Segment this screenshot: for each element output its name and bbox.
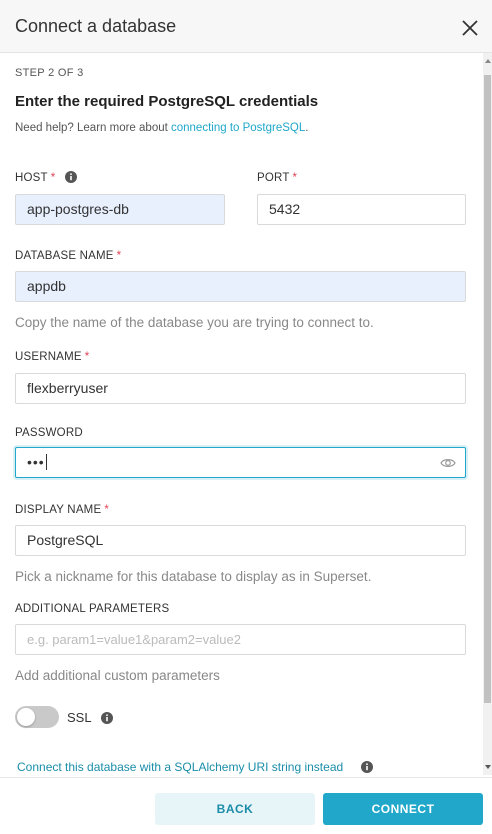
scroll-down-arrow-icon[interactable] [485,765,491,769]
form-body: STEP 2 OF 3 Enter the required PostgreSQ… [0,53,492,777]
host-label: HOST * [15,171,77,184]
additional-parameters-hint: Add additional custom parameters [15,668,220,683]
info-icon[interactable] [100,712,113,724]
database-label-text: DATABASE NAME [15,250,114,262]
database-input-value: appdb [27,278,66,294]
info-icon[interactable] [360,761,373,773]
port-label: PORT * [257,172,297,184]
help-prefix: Need help? Learn more about [15,122,171,134]
username-input[interactable]: flexberryuser [15,373,466,404]
scroll-up-arrow-icon[interactable] [485,59,491,63]
password-input[interactable]: ••• [15,447,466,478]
additional-parameters-input[interactable]: e.g. param1=value1&param2=value2 [15,624,466,655]
display-name-hint: Pick a nickname for this database to dis… [15,569,372,584]
host-input[interactable]: app-postgres-db [15,194,225,225]
ssl-label-text: SSL [67,710,92,725]
additional-parameters-placeholder: e.g. param1=value1&param2=value2 [27,632,241,647]
display-name-required-mark: * [104,504,110,516]
additional-parameters-label: ADDITIONAL PARAMETERS [15,603,170,615]
form-heading: Enter the required PostgreSQL credential… [15,93,319,110]
username-label-text: USERNAME [15,351,82,363]
help-link[interactable]: connecting to PostgreSQL [171,122,305,134]
eye-icon[interactable] [440,456,456,470]
port-input-value: 5432 [269,201,301,217]
modal-footer: BACK CONNECT [0,777,492,834]
sqlalchemy-uri-link[interactable]: Connect this database with a SQLAlchemy … [17,760,373,774]
database-hint: Copy the name of the database you are tr… [15,315,374,330]
info-icon[interactable] [64,171,77,183]
port-required-mark: * [292,172,298,184]
database-name-input[interactable]: appdb [15,271,466,302]
display-name-input[interactable]: PostgreSQL [15,525,466,556]
modal-header: Connect a database [0,0,492,53]
back-button[interactable]: BACK [155,793,315,825]
display-name-label: DISPLAY NAME * [15,504,109,516]
password-label: PASSWORD [15,427,83,439]
scrollbar-thumb[interactable] [484,75,491,703]
username-input-value: flexberryuser [27,380,108,396]
database-label: DATABASE NAME * [15,250,121,262]
display-name-label-text: DISPLAY NAME [15,504,102,516]
host-label-text: HOST [15,172,48,184]
toggle-knob [17,708,35,726]
help-text: Need help? Learn more about connecting t… [15,122,308,134]
port-input[interactable]: 5432 [257,194,466,225]
port-label-text: PORT [257,172,290,184]
text-cursor [45,454,47,470]
host-input-value: app-postgres-db [27,201,129,217]
password-input-value: ••• [27,454,45,470]
help-suffix: . [305,122,309,134]
vertical-scrollbar[interactable] [483,53,492,775]
username-label: USERNAME * [15,351,89,363]
host-required-mark: * [50,172,56,184]
display-name-input-value: PostgreSQL [27,532,104,548]
modal-title: Connect a database [15,16,177,36]
ssl-toggle[interactable] [15,706,59,728]
username-required-mark: * [84,351,90,363]
step-indicator: STEP 2 OF 3 [15,67,84,79]
connect-button[interactable]: CONNECT [323,793,483,825]
sqlalchemy-uri-link-text: Connect this database with a SQLAlchemy … [17,760,344,774]
ssl-label: SSL [67,710,113,725]
close-icon[interactable] [460,18,480,38]
database-required-mark: * [116,250,122,262]
